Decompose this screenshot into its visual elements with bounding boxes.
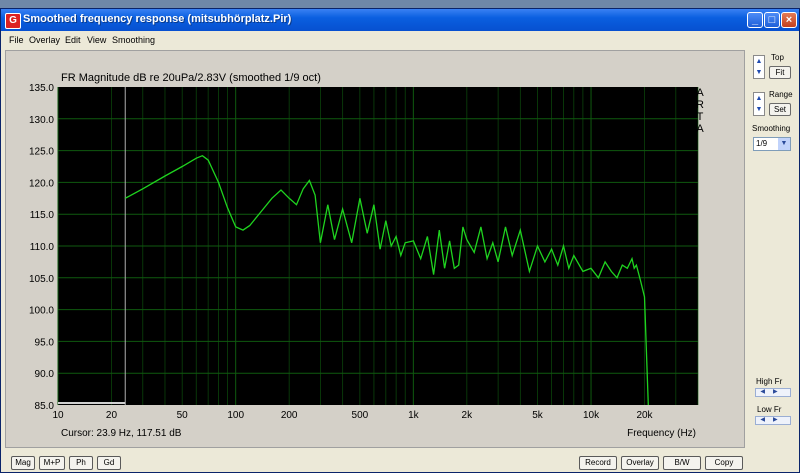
record-button[interactable]: Record [579,456,617,470]
side-controls: Top ▲ ▼ Fit Range ▲ ▼ Set Smoothing 1/9 ▼ H… [749,50,799,448]
group-delay-button[interactable]: Gd [97,456,121,470]
phase-button[interactable]: Ph [69,456,93,470]
x-tick-label: 20k [636,410,653,421]
arta-icon[interactable]: G [5,13,21,29]
overlay-button[interactable]: Overlay [621,456,659,470]
y-tick-label: 100.0 [29,306,54,317]
chevron-down-icon[interactable]: ▼ [754,67,764,78]
chevron-up-icon[interactable]: ▲ [754,56,764,67]
smoothing-label: Smoothing [752,124,791,133]
mp-button[interactable]: M+P [39,456,65,470]
set-button[interactable]: Set [769,103,791,116]
y-tick-label: 115.0 [30,210,55,221]
x-tick-label: 50 [177,410,189,421]
x-tick-label: 10k [583,410,600,421]
bw-button[interactable]: B/W [663,456,701,470]
top-label: Top [771,53,784,62]
x-tick-label: 200 [281,410,298,421]
plot-panel: FR Magnitude dB re 20uPa/2.83V (smoothed… [5,50,745,448]
y-tick-label: 85.0 [35,401,55,412]
x-tick-label: 100 [227,410,244,421]
chevron-down-icon[interactable]: ▼ [778,138,790,150]
plot-title: FR Magnitude dB re 20uPa/2.83V (smoothed… [61,72,321,84]
copy-button[interactable]: Copy [705,456,743,470]
watermark-letter: A [696,123,704,135]
y-tick-label: 110.0 [30,242,55,253]
low-fr-arrows[interactable]: ◀▶ [755,416,791,425]
y-tick-label: 105.0 [29,274,54,285]
range-spinner[interactable]: ▲ ▼ [753,92,765,116]
watermark-letter: A [696,87,704,99]
high-fr-label: High Fr [756,377,783,386]
y-tick-label: 90.0 [35,369,55,380]
menu-overlay[interactable]: Overlay [29,35,60,45]
x-axis-label: Frequency (Hz) [627,428,696,439]
y-tick-label: 135.0 [29,83,54,94]
y-tick-label: 125.0 [29,147,54,158]
low-fr-label: Low Fr [757,405,782,414]
frequency-response-window: G Smoothed frequency response (mitsubhör… [0,8,800,473]
window-title: Smoothed frequency response (mitsubhörpl… [23,13,292,25]
high-fr-arrows[interactable]: ◀▶ [755,388,791,397]
range-label: Range [769,90,793,99]
y-tick-label: 130.0 [29,115,54,126]
menu-smoothing[interactable]: Smoothing [112,35,155,45]
menu-view[interactable]: View [87,35,106,45]
fit-button[interactable]: Fit [769,66,791,79]
chevron-down-icon[interactable]: ▼ [754,104,764,115]
arta-watermark: A R T A [696,87,704,135]
x-tick-label: 1k [408,410,420,421]
x-tick-label: 20 [106,410,118,421]
x-tick-label: 10 [52,410,64,421]
chevron-up-icon[interactable]: ▲ [754,93,764,104]
smoothing-select[interactable]: 1/9 ▼ [753,137,791,151]
top-spinner[interactable]: ▲ ▼ [753,55,765,79]
smoothing-value: 1/9 [756,139,768,148]
menu-edit[interactable]: Edit [65,35,81,45]
watermark-letter: R [696,99,704,111]
mag-button[interactable]: Mag [11,456,35,470]
frequency-response-chart[interactable]: FR Magnitude dB re 20uPa/2.83V (smoothed… [6,51,744,447]
menu-file[interactable]: File [9,35,24,45]
x-tick-label: 2k [462,410,474,421]
y-tick-label: 95.0 [35,337,55,348]
menu-bar: File Overlay Edit View Smoothing [1,31,799,49]
x-tick-label: 500 [352,410,369,421]
maximize-button[interactable]: □ [764,12,780,28]
minimize-button[interactable]: _ [747,12,763,28]
close-button[interactable]: × [781,12,797,28]
watermark-letter: T [697,111,704,123]
y-tick-label: 120.0 [29,178,54,189]
x-tick-label: 5k [532,410,544,421]
title-bar[interactable]: G Smoothed frequency response (mitsubhör… [1,9,799,31]
cursor-readout: Cursor: 23.9 Hz, 117.51 dB [61,428,182,439]
